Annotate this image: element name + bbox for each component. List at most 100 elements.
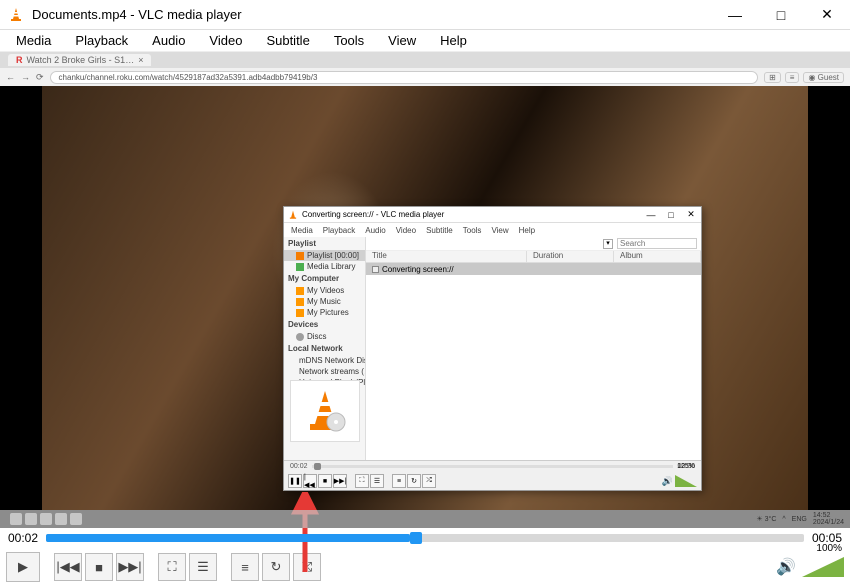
inner-ext-settings-button[interactable]: ☰ [370,474,384,488]
shuffle-button[interactable]: ⤮ [293,553,321,581]
search-input[interactable] [617,238,697,249]
nav-fwd-icon: → [21,72,30,82]
col-duration[interactable]: Duration [527,251,614,262]
inner-minimize-button[interactable]: — [641,210,661,220]
loop-button[interactable]: ↻ [262,553,290,581]
sidebar-hdr-computer: My Computer [284,272,365,285]
inner-pause-button[interactable]: ❚❚ [288,474,302,488]
inner-fullscreen-button[interactable]: ⛶ [355,474,369,488]
sidebar-item-discs[interactable]: Discs [284,331,365,342]
minimize-button[interactable]: — [712,0,758,30]
menu-tools[interactable]: Tools [322,31,376,50]
inner-menu-subtitle[interactable]: Subtitle [421,226,458,235]
sidebar-hdr-devices: Devices [284,318,365,331]
inner-menu-help[interactable]: Help [514,226,540,235]
volume-slider[interactable] [802,557,844,577]
inner-controls: 00:02 00:00 ❚❚ |◀◀ ■ ▶▶| ⛶ ☰ ≡ ↻ ⤮ 🔊 1 [284,460,701,490]
inner-stop-button[interactable]: ■ [318,474,332,488]
browser-guest-chip: ◉ Guest [803,72,844,83]
menu-help[interactable]: Help [428,31,479,50]
inner-speaker-icon[interactable]: 🔊 [662,476,673,487]
maximize-button[interactable]: □ [758,0,804,30]
vlc-cone-large-icon [300,386,350,436]
stop-button[interactable]: ■ [85,553,113,581]
controls-bar: ▶ |◀◀ ■ ▶▶| ⛶ ☰ ≡ ↻ ⤮ 🔊 100% [0,548,850,586]
video-area[interactable]: R Watch 2 Broke Girls - S1… × ← → ⟳ chan… [0,52,850,528]
prev-button[interactable]: |◀◀ [54,553,82,581]
view-toggle-icon[interactable]: ▾ [603,239,613,249]
inner-maximize-button[interactable]: □ [661,210,681,220]
sidebar-item-media-library[interactable]: Media Library [284,261,365,272]
inner-title-bar: Converting screen:// - VLC media player … [284,207,701,223]
menu-subtitle[interactable]: Subtitle [254,31,321,50]
inner-menu-video[interactable]: Video [391,226,421,235]
browser-grid-icon: ⊞ [764,72,781,83]
playlist-list: Converting screen:// [366,263,701,461]
time-current: 00:02 [8,531,38,545]
sidebar-item-playlist[interactable]: Playlist [00:00] [284,250,365,261]
inner-volume-pct: 125% [677,463,695,470]
playlist-button[interactable]: ≡ [231,553,259,581]
close-button[interactable]: ✕ [804,0,850,30]
album-art [290,380,360,442]
sidebar-item-my-music[interactable]: My Music [284,296,365,307]
play-button[interactable]: ▶ [6,552,40,582]
sidebar-hdr-network: Local Network [284,342,365,355]
inner-next-button[interactable]: ▶▶| [333,474,347,488]
inner-vlc-window: Converting screen:// - VLC media player … [283,206,702,491]
inner-menu-view[interactable]: View [486,226,513,235]
url-bar: chanku/channel.roku.com/watch/4529187ad3… [50,71,759,84]
menu-audio[interactable]: Audio [140,31,197,50]
inner-close-button[interactable]: ✕ [681,209,701,220]
vlc-cone-icon [288,210,298,220]
sidebar-item-my-videos[interactable]: My Videos [284,285,365,296]
browser-tab: R Watch 2 Broke Girls - S1… × [8,54,151,66]
inner-loop-button[interactable]: ↻ [407,474,421,488]
inner-menu-bar: Media Playback Audio Video Subtitle Tool… [284,223,701,237]
row-title: Converting screen:// [382,265,454,274]
taskbar: ☀ 3°C ^ ENG 14:522024/1/24 [0,510,850,528]
menu-view[interactable]: View [376,31,428,50]
next-button[interactable]: ▶▶| [116,553,144,581]
inner-window-title: Converting screen:// - VLC media player [302,210,641,219]
col-title[interactable]: Title [366,251,527,262]
menu-playback[interactable]: Playback [63,31,140,50]
inner-prev-button[interactable]: |◀◀ [303,474,317,488]
menu-video[interactable]: Video [197,31,254,50]
taskbar-lang: ENG [792,516,807,523]
menu-media[interactable]: Media [4,31,63,50]
seek-row: 00:02 00:05 [0,528,850,548]
file-icon [372,266,379,273]
inner-menu-tools[interactable]: Tools [458,226,487,235]
inner-volume-slider[interactable] [675,475,697,487]
playlist-row[interactable]: Converting screen:// [366,263,701,275]
menu-bar: Media Playback Audio Video Subtitle Tool… [0,30,850,52]
inner-playlist-button[interactable]: ≡ [392,474,406,488]
ext-settings-button[interactable]: ☰ [189,553,217,581]
col-album[interactable]: Album [614,251,701,262]
browser-chrome: R Watch 2 Broke Girls - S1… × ← → ⟳ chan… [0,52,850,86]
browser-tab-title: Watch 2 Broke Girls - S1… [27,55,135,65]
seek-bar[interactable] [46,534,804,542]
sidebar-item-my-pictures[interactable]: My Pictures [284,307,365,318]
inner-menu-audio[interactable]: Audio [360,226,390,235]
inner-menu-media[interactable]: Media [286,226,318,235]
speaker-icon[interactable]: 🔊 [776,557,796,577]
inner-seek-bar[interactable] [312,465,674,468]
window-title: Documents.mp4 - VLC media player [32,7,712,22]
inner-time-current: 00:02 [290,463,308,470]
taskbar-app-icon [25,513,37,525]
tab-close-icon: × [138,55,143,65]
fullscreen-button[interactable]: ⛶ [158,553,186,581]
browser-reader-icon: ≡ [785,72,800,83]
inner-menu-playback[interactable]: Playback [318,226,360,235]
nav-back-icon: ← [6,72,15,82]
nav-reload-icon: ⟳ [36,72,44,83]
taskbar-app-icon [55,513,67,525]
taskbar-app-icon [70,513,82,525]
vlc-cone-icon [8,7,24,23]
sidebar-item-streams[interactable]: Network streams (… [284,366,365,377]
inner-shuffle-button[interactable]: ⤮ [422,474,436,488]
taskbar-weather: ☀ 3°C [756,515,776,523]
sidebar-item-mdns[interactable]: mDNS Network Dis… [284,355,365,366]
